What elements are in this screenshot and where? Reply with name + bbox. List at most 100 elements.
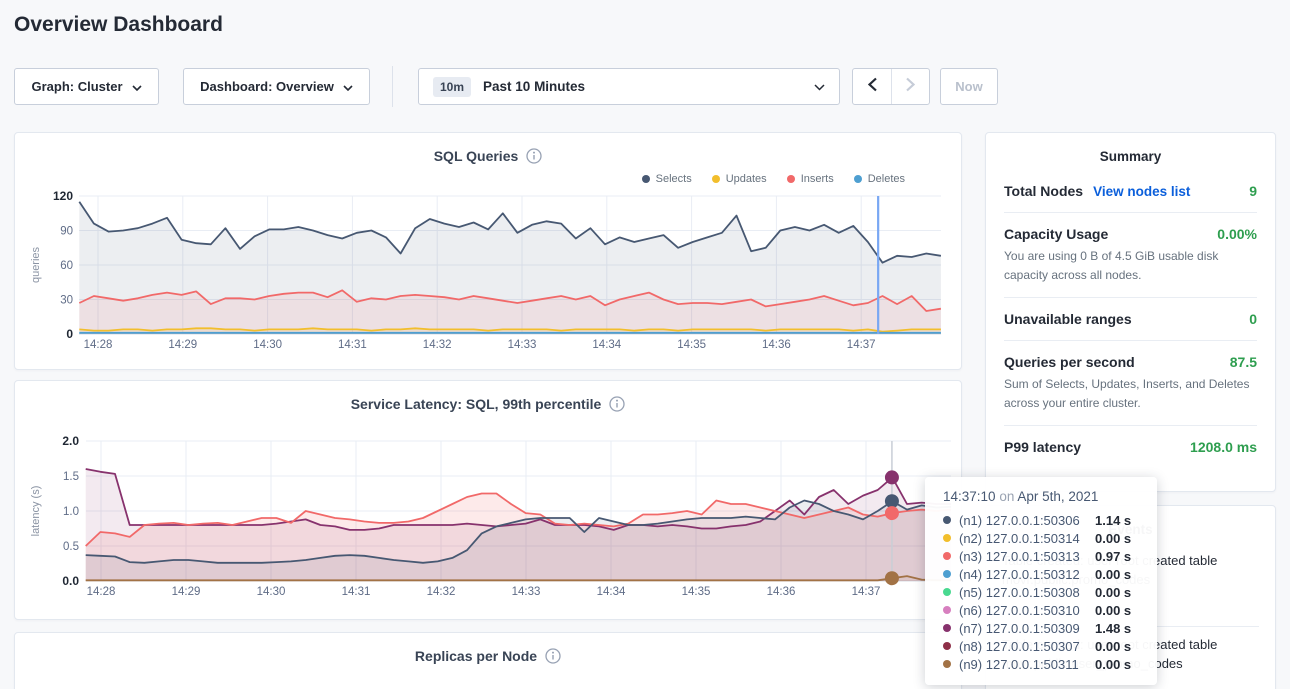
replicas-per-node-card: Replicas per Node xyxy=(14,632,962,689)
tooltip-row: (n5) 127.0.0.1:503080.00 s xyxy=(943,583,1157,601)
svg-text:14:33: 14:33 xyxy=(508,339,537,351)
svg-text:14:33: 14:33 xyxy=(512,586,541,598)
svg-text:2.0: 2.0 xyxy=(62,434,79,448)
tooltip-node-value: 0.00 s xyxy=(1095,585,1131,600)
now-button[interactable]: Now xyxy=(940,68,998,105)
tooltip-row: (n3) 127.0.0.1:503130.97 s xyxy=(943,547,1157,565)
chevron-right-icon xyxy=(906,77,915,97)
service-latency-card: Service Latency: SQL, 99th percentile 14… xyxy=(14,380,962,620)
tooltip-row: (n1) 127.0.0.1:50306 1.14 s xyxy=(943,511,1157,529)
svg-text:1.0: 1.0 xyxy=(63,506,79,518)
tooltip-row: (n9) 127.0.0.1:503110.00 s xyxy=(943,655,1157,673)
tooltip-node-label: (n1) 127.0.0.1:50306 xyxy=(959,513,1087,528)
summary-label: Total Nodes xyxy=(1004,183,1083,199)
view-nodes-list-link[interactable]: View nodes list xyxy=(1093,184,1190,199)
node-color-dot xyxy=(943,570,951,578)
summary-label: P99 latency xyxy=(1004,439,1081,455)
svg-text:14:29: 14:29 xyxy=(168,339,197,351)
next-range-button[interactable] xyxy=(891,69,929,104)
prev-range-button[interactable] xyxy=(853,69,891,104)
svg-text:14:34: 14:34 xyxy=(597,586,626,598)
node-color-dot xyxy=(943,588,951,596)
tooltip-on-word: on xyxy=(999,489,1014,504)
page-title: Overview Dashboard xyxy=(14,13,223,37)
svg-text:120: 120 xyxy=(53,189,73,203)
node-color-dot xyxy=(943,606,951,614)
svg-text:30: 30 xyxy=(60,295,73,307)
sql-queries-card: SQL Queries Selects Updates Inserts Dele… xyxy=(14,132,962,370)
chevron-down-icon xyxy=(343,79,353,94)
chart-legend: Selects Updates Inserts Deletes xyxy=(642,173,905,185)
legend-item-updates: Updates xyxy=(712,173,767,185)
summary-panel: Summary Total Nodes View nodes list 9 Ca… xyxy=(985,132,1276,492)
tooltip-row: (n4) 127.0.0.1:503120.00 s xyxy=(943,565,1157,583)
tooltip-node-value: 0.00 s xyxy=(1095,639,1131,654)
summary-value: 87.5 xyxy=(1230,354,1257,370)
svg-text:queries: queries xyxy=(30,246,42,283)
node-color-dot xyxy=(943,660,951,668)
svg-text:14:34: 14:34 xyxy=(592,339,621,351)
tooltip-node-label: (n6) 127.0.0.1:50310 xyxy=(959,603,1087,618)
svg-text:14:30: 14:30 xyxy=(253,339,282,351)
summary-value: 9 xyxy=(1249,183,1257,199)
svg-text:latency (s): latency (s) xyxy=(30,486,42,537)
summary-caption: You are using 0 B of 4.5 GiB usable disk… xyxy=(1004,247,1257,284)
svg-text:14:28: 14:28 xyxy=(84,339,113,351)
time-range-badge: 10m xyxy=(433,77,471,97)
svg-text:1.5: 1.5 xyxy=(63,471,79,483)
now-button-label: Now xyxy=(955,79,982,94)
legend-item-deletes: Deletes xyxy=(854,173,905,185)
graph-dropdown-label: Graph: Cluster xyxy=(31,79,122,94)
tooltip-row: (n8) 127.0.0.1:50307 0.00 s xyxy=(943,637,1157,655)
summary-row-unavailable-ranges: Unavailable ranges 0 xyxy=(1004,298,1257,341)
summary-row-capacity-usage: Capacity Usage 0.00% You are using 0 B o… xyxy=(1004,213,1257,298)
tooltip-node-value: 0.00 s xyxy=(1095,531,1131,546)
summary-value: 0 xyxy=(1249,311,1257,327)
tooltip-node-label: (n9) 127.0.0.1:50311 xyxy=(959,657,1087,672)
node-color-dot xyxy=(943,516,951,524)
tooltip-node-value: 0.00 s xyxy=(1095,567,1131,582)
time-range-arrows xyxy=(852,68,930,105)
info-icon[interactable] xyxy=(545,648,561,664)
summary-row-total-nodes: Total Nodes View nodes list 9 xyxy=(1004,170,1257,213)
series-color-dot xyxy=(854,175,862,183)
tooltip-node-value: 1.14 s xyxy=(1095,513,1131,528)
svg-text:0.0: 0.0 xyxy=(62,574,79,588)
summary-label: Unavailable ranges xyxy=(1004,311,1132,327)
time-range-label: Past 10 Minutes xyxy=(483,79,802,94)
service-latency-chart[interactable]: 14:2814:2914:3014:3114:3214:3314:3414:35… xyxy=(15,429,963,625)
svg-text:14:36: 14:36 xyxy=(762,339,791,351)
tooltip-node-label: (n2) 127.0.0.1:50314 xyxy=(959,531,1087,546)
tooltip-title: 14:37:10 on Apr 5th, 2021 xyxy=(943,489,1157,504)
svg-text:14:37: 14:37 xyxy=(847,339,876,351)
info-icon[interactable] xyxy=(526,148,542,164)
legend-item-inserts: Inserts xyxy=(787,173,834,185)
legend-item-selects: Selects xyxy=(642,173,692,185)
svg-text:14:32: 14:32 xyxy=(423,339,452,351)
tooltip-node-value: 0.00 s xyxy=(1095,603,1131,618)
tooltip-row: (n7) 127.0.0.1:503091.48 s xyxy=(943,619,1157,637)
svg-text:0: 0 xyxy=(66,327,73,341)
sql-queries-chart[interactable]: 14:2814:2914:3014:3114:3214:3314:3414:35… xyxy=(15,185,963,371)
svg-text:14:31: 14:31 xyxy=(338,339,367,351)
info-icon[interactable] xyxy=(609,396,625,412)
dashboard-dropdown[interactable]: Dashboard: Overview xyxy=(183,68,370,105)
summary-label: Capacity Usage xyxy=(1004,226,1108,242)
summary-title: Summary xyxy=(1004,149,1257,164)
node-color-dot xyxy=(943,534,951,542)
dashboard-dropdown-label: Dashboard: Overview xyxy=(200,79,334,94)
chevron-left-icon xyxy=(868,77,877,97)
svg-text:14:29: 14:29 xyxy=(172,586,201,598)
series-color-dot xyxy=(787,175,795,183)
series-color-dot xyxy=(712,175,720,183)
time-range-picker[interactable]: 10m Past 10 Minutes xyxy=(418,68,840,105)
node-color-dot xyxy=(943,642,951,650)
summary-row-p99-latency: P99 latency 1208.0 ms xyxy=(1004,426,1257,468)
graph-dropdown[interactable]: Graph: Cluster xyxy=(14,68,159,105)
summary-value: 1208.0 ms xyxy=(1190,439,1257,455)
svg-text:14:32: 14:32 xyxy=(427,586,456,598)
chevron-down-icon xyxy=(814,78,825,96)
summary-caption: Sum of Selects, Updates, Inserts, and De… xyxy=(1004,375,1257,412)
tooltip-row: (n2) 127.0.0.1:50314 0.00 s xyxy=(943,529,1157,547)
tooltip-node-label: (n8) 127.0.0.1:50307 xyxy=(959,639,1087,654)
